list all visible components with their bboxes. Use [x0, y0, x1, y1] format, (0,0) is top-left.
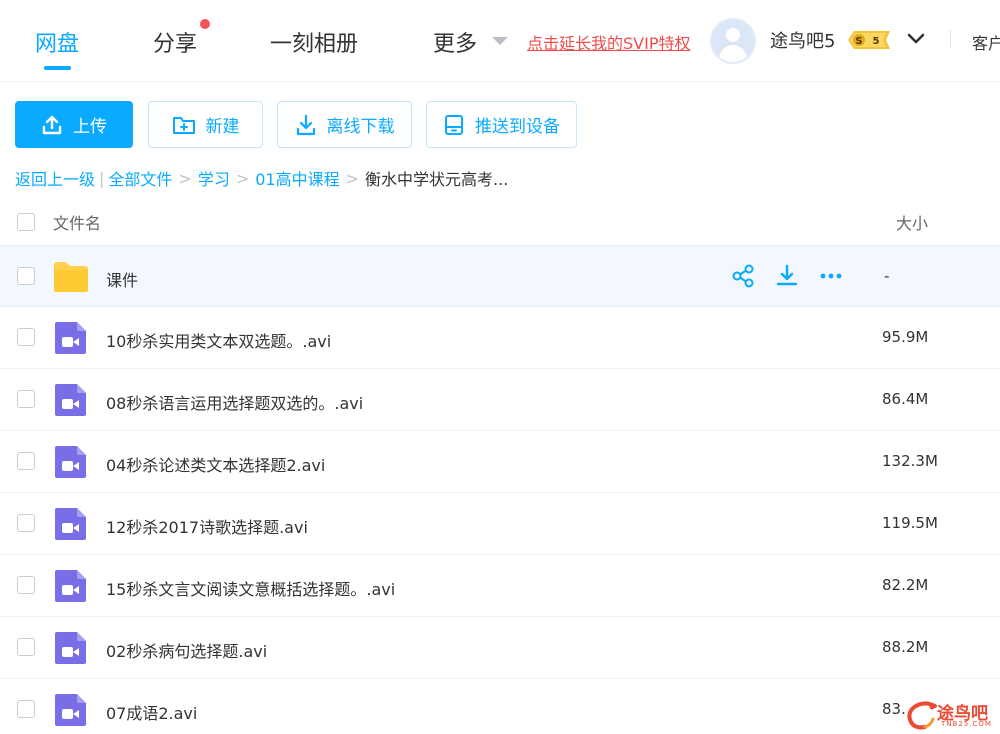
breadcrumb-item-high-school[interactable]: 01高中课程	[255, 166, 339, 190]
table-row[interactable]: 12秒杀2017诗歌选择题.avi 119.5M	[0, 493, 1000, 555]
breadcrumb-item-all-files[interactable]: 全部文件	[108, 166, 172, 190]
file-name[interactable]: 04秒杀论述类文本选择题2.avi	[106, 452, 325, 476]
share-icon[interactable]	[730, 263, 756, 289]
breadcrumb: 返回上一级 | 全部文件 > 学习 > 01高中课程 > 衡水中学状元高考...	[15, 166, 508, 190]
file-size: 95.9M	[882, 328, 929, 346]
svg-text:S: S	[855, 36, 862, 47]
table-row[interactable]: 08秒杀语言运用选择题双选的。.avi 86.4M	[0, 369, 1000, 431]
svg-text:5: 5	[873, 36, 880, 47]
notification-dot	[200, 19, 210, 29]
row-checkbox[interactable]	[17, 700, 35, 718]
watermark-logo-icon	[907, 701, 937, 730]
tab-more[interactable]: 更多	[433, 26, 477, 58]
upload-button[interactable]: 上传	[15, 101, 133, 148]
table-row[interactable]: 04秒杀论述类文本选择题2.avi 132.3M	[0, 431, 1000, 493]
customer-service-link[interactable]: 客户	[972, 30, 1000, 54]
file-size: 132.3M	[882, 452, 938, 470]
video-file-icon	[55, 632, 86, 664]
table-row[interactable]: 10秒杀实用类文本双选题。.avi 95.9M	[0, 307, 1000, 369]
file-size: -	[884, 267, 890, 285]
table-row[interactable]: 15秒杀文言文阅读文意概括选择题。.avi 82.2M	[0, 555, 1000, 617]
video-file-icon	[55, 322, 86, 354]
file-size: 88.2M	[882, 638, 929, 656]
video-file-icon	[55, 384, 86, 416]
row-checkbox[interactable]	[17, 267, 35, 285]
file-size: 86.4M	[882, 390, 929, 408]
new-folder-label: 新建	[205, 117, 240, 137]
chevron-down-icon[interactable]	[905, 28, 927, 50]
file-name[interactable]: 07成语2.avi	[106, 700, 197, 724]
breadcrumb-item-study[interactable]: 学习	[198, 166, 230, 190]
more-options-icon[interactable]	[818, 263, 844, 289]
row-download-icon[interactable]	[774, 263, 800, 289]
avatar[interactable]	[710, 18, 756, 64]
watermark: 途鸟吧 TNB25.COM	[905, 695, 1000, 734]
breadcrumb-current: 衡水中学状元高考...	[365, 170, 509, 189]
download-icon	[296, 114, 315, 135]
table-row[interactable]: 07成语2.avi 83.	[0, 679, 1000, 734]
table-row[interactable]: 02秒杀病句选择题.avi 88.2M	[0, 617, 1000, 679]
new-folder-icon	[172, 116, 195, 134]
file-size: 83.	[882, 700, 906, 718]
row-checkbox[interactable]	[17, 328, 35, 346]
file-name[interactable]: 课件	[106, 267, 138, 291]
svip-badge-icon: S 5	[848, 31, 890, 49]
file-name[interactable]: 12秒杀2017诗歌选择题.avi	[106, 514, 308, 538]
folder-icon	[54, 262, 88, 292]
file-size: 82.2M	[882, 576, 929, 594]
device-icon	[445, 114, 463, 135]
row-actions	[730, 263, 844, 289]
video-file-icon	[55, 446, 86, 478]
file-list-header: 文件名 大小	[0, 200, 1000, 244]
more-caret-icon[interactable]	[492, 37, 508, 45]
svip-renew-link[interactable]: 点击延长我的SVIP特权	[527, 30, 690, 54]
offline-download-label: 离线下载	[326, 117, 395, 137]
video-file-icon	[55, 694, 86, 726]
file-name[interactable]: 02秒杀病句选择题.avi	[106, 638, 267, 662]
column-header-name[interactable]: 文件名	[53, 210, 101, 234]
new-folder-button[interactable]: 新建	[148, 101, 263, 148]
upload-icon	[42, 115, 62, 134]
column-header-size[interactable]: 大小	[896, 210, 928, 234]
file-name[interactable]: 08秒杀语言运用选择题双选的。.avi	[106, 390, 363, 414]
watermark-subtext: TNB25.COM	[941, 720, 992, 728]
breadcrumb-back[interactable]: 返回上一级	[15, 166, 95, 190]
file-size: 119.5M	[882, 514, 938, 532]
username[interactable]: 途鸟吧5	[770, 27, 835, 53]
offline-download-button[interactable]: 离线下载	[277, 101, 412, 148]
tab-share[interactable]: 分享	[153, 26, 197, 58]
header-divider	[950, 30, 951, 48]
row-checkbox[interactable]	[17, 390, 35, 408]
row-checkbox[interactable]	[17, 514, 35, 532]
push-to-device-button[interactable]: 推送到设备	[426, 101, 577, 148]
top-header: 网盘 分享 一刻相册 更多 点击延长我的SVIP特权 途鸟吧5 S 5 客户	[0, 0, 1000, 82]
video-file-icon	[55, 508, 86, 540]
table-row[interactable]: 课件 -	[0, 245, 1000, 307]
video-file-icon	[55, 570, 86, 602]
select-all-checkbox[interactable]	[17, 213, 35, 231]
tab-netdisk[interactable]: 网盘	[35, 26, 79, 58]
active-tab-indicator	[44, 66, 71, 70]
upload-label: 上传	[73, 117, 107, 137]
file-name[interactable]: 15秒杀文言文阅读文意概括选择题。.avi	[106, 576, 395, 600]
file-name[interactable]: 10秒杀实用类文本双选题。.avi	[106, 328, 331, 352]
push-to-device-label: 推送到设备	[475, 117, 560, 137]
row-checkbox[interactable]	[17, 576, 35, 594]
row-checkbox[interactable]	[17, 638, 35, 656]
tab-album[interactable]: 一刻相册	[270, 26, 358, 58]
row-checkbox[interactable]	[17, 452, 35, 470]
